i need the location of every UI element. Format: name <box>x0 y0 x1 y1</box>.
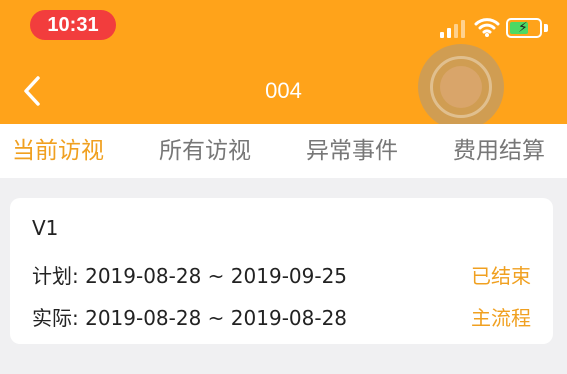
visit-flow-status: 主流程 <box>471 306 531 330</box>
status-time: 10:31 <box>30 10 116 40</box>
tab-bar: 当前访视 所有访视 异常事件 费用结算 <box>0 124 567 178</box>
visit-plan-status: 已结束 <box>471 264 531 288</box>
wifi-icon <box>474 18 500 37</box>
signal-icon <box>440 18 466 38</box>
visit-actual-dates: 实际: 2019-08-28 ~ 2019-08-28 <box>32 306 348 330</box>
visit-card[interactable]: V1 计划: 2019-08-28 ~ 2019-09-25 已结束 实际: 2… <box>10 198 553 344</box>
tab-cost-settlement[interactable]: 费用结算 <box>453 137 545 165</box>
visit-name: V1 <box>32 216 59 240</box>
tab-current-visit[interactable]: 当前访视 <box>12 137 104 165</box>
status-icons: ⚡ <box>440 16 550 40</box>
tab-adverse-events[interactable]: 异常事件 <box>306 137 398 165</box>
visit-plan-dates: 计划: 2019-08-28 ~ 2019-09-25 <box>32 264 348 288</box>
battery-charging-icon: ⚡ <box>506 18 542 38</box>
tab-all-visits[interactable]: 所有访视 <box>159 137 251 165</box>
